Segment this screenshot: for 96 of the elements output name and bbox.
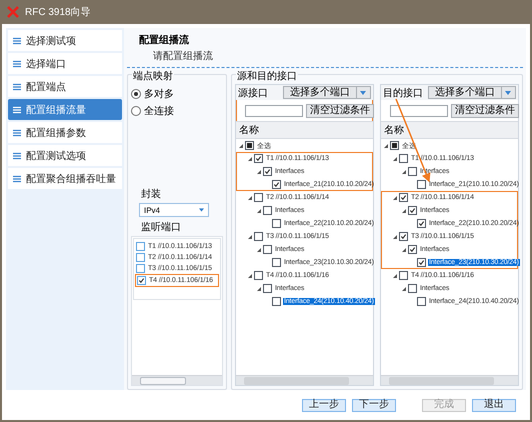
column-header: 名称 <box>381 121 518 139</box>
sidebar-item[interactable]: 配置组播流量 <box>8 99 122 120</box>
horizontal-scrollbar[interactable] <box>381 375 518 385</box>
sidebar-item[interactable]: 选择端口 <box>8 53 122 74</box>
checkbox[interactable] <box>272 297 281 306</box>
list-icon <box>13 36 21 44</box>
checkbox[interactable] <box>272 258 281 267</box>
column-header: 名称 <box>236 121 373 139</box>
checkbox[interactable] <box>417 219 426 228</box>
checkbox[interactable] <box>408 206 417 215</box>
expander-icon[interactable] <box>393 196 397 200</box>
horizontal-scrollbar[interactable] <box>132 375 222 385</box>
expander-icon[interactable] <box>402 208 406 212</box>
list-icon <box>13 152 21 160</box>
checkbox[interactable] <box>408 284 417 293</box>
expander-icon[interactable] <box>402 286 406 290</box>
checkbox[interactable] <box>245 141 254 150</box>
expander-icon[interactable] <box>402 248 406 252</box>
wizard-button[interactable]: 退出 <box>472 398 516 412</box>
select-ports-button[interactable]: 选择多个端口 <box>428 86 502 99</box>
checkbox[interactable] <box>263 245 272 254</box>
expander-icon[interactable] <box>402 170 406 174</box>
expander-icon[interactable] <box>393 156 397 160</box>
wizard-button[interactable]: 上一步 <box>302 398 346 412</box>
checkbox[interactable] <box>399 154 408 163</box>
group-legend: 源和目的接口 <box>236 69 298 83</box>
checkbox[interactable] <box>263 284 272 293</box>
checkbox[interactable] <box>390 141 399 150</box>
expander-icon[interactable] <box>248 156 252 160</box>
checkbox[interactable] <box>417 297 426 306</box>
checkbox[interactable] <box>254 271 263 280</box>
expander-icon[interactable] <box>257 170 261 174</box>
checkbox[interactable] <box>399 193 408 202</box>
panel-label: 目的接口 <box>383 86 423 100</box>
radio-label: 多对多 <box>144 88 174 101</box>
checkbox[interactable] <box>136 253 145 262</box>
group-legend: 端点映射 <box>132 69 174 83</box>
list-icon <box>13 82 21 90</box>
encapsulation-label: 封装 <box>141 188 162 201</box>
listen-ports-label: 监听端口 <box>141 220 182 234</box>
clear-filter-button[interactable]: 清空过滤条件 <box>451 104 519 118</box>
expander-icon[interactable] <box>257 286 261 290</box>
caret-icon <box>505 90 511 94</box>
sidebar-item[interactable]: 配置聚合组播吞吐量 <box>8 168 122 189</box>
caret-icon <box>199 208 204 212</box>
checkbox[interactable] <box>272 219 281 228</box>
x-logo-icon <box>7 6 19 18</box>
expander-icon[interactable] <box>239 144 243 148</box>
checkbox[interactable] <box>137 276 146 285</box>
checkbox[interactable] <box>399 271 408 280</box>
checkbox[interactable] <box>254 154 263 163</box>
select-ports-button[interactable]: 选择多个端口 <box>283 86 357 99</box>
encapsulation-dropdown[interactable]: IPv4 <box>139 203 209 217</box>
filter-field[interactable] <box>390 105 448 117</box>
checkbox[interactable] <box>272 180 281 189</box>
dropdown-button[interactable] <box>357 86 371 99</box>
wizard-button[interactable]: 下一步 <box>352 398 396 412</box>
page-subtitle: 请配置组播流 <box>152 50 214 63</box>
checkbox[interactable] <box>263 167 272 176</box>
radio-button[interactable] <box>131 106 141 116</box>
checkbox[interactable] <box>408 167 417 176</box>
panel-label: 源接口 <box>238 86 268 100</box>
checkbox[interactable] <box>263 206 272 215</box>
sidebar-item[interactable]: 配置组播参数 <box>8 122 122 143</box>
checkbox[interactable] <box>136 242 145 251</box>
checkbox[interactable] <box>408 245 417 254</box>
expander-icon[interactable] <box>248 274 252 278</box>
radio-button[interactable] <box>131 89 141 99</box>
dropdown-button[interactable] <box>502 86 516 99</box>
expander-icon[interactable] <box>248 234 252 238</box>
checkbox[interactable] <box>254 193 263 202</box>
checkbox[interactable] <box>417 180 426 189</box>
checkbox[interactable] <box>254 232 263 241</box>
caret-icon <box>360 90 366 94</box>
list-icon <box>13 128 21 136</box>
expander-icon[interactable] <box>257 248 261 252</box>
sidebar-item[interactable]: 选择测试项 <box>8 30 122 51</box>
expander-icon[interactable] <box>257 208 261 212</box>
expander-icon[interactable] <box>393 234 397 238</box>
radio-label: 全连接 <box>144 104 174 118</box>
checkbox[interactable] <box>417 258 426 267</box>
checkbox[interactable] <box>136 264 145 273</box>
checkbox[interactable] <box>399 232 408 241</box>
filter-field[interactable] <box>245 105 303 117</box>
expander-icon[interactable] <box>248 196 252 200</box>
page-title: 配置组播流 <box>138 33 190 47</box>
sidebar-item[interactable]: 配置测试选项 <box>8 145 122 166</box>
sidebar-item[interactable]: 配置端点 <box>8 76 122 97</box>
expander-icon[interactable] <box>384 144 388 148</box>
list-icon <box>13 60 21 68</box>
expander-icon[interactable] <box>393 274 397 278</box>
window-title: RFC 3918向导 <box>25 6 91 19</box>
clear-filter-button[interactable]: 清空过滤条件 <box>306 104 374 118</box>
list-icon <box>13 106 21 114</box>
horizontal-scrollbar[interactable] <box>236 375 373 385</box>
list-icon <box>13 174 21 182</box>
